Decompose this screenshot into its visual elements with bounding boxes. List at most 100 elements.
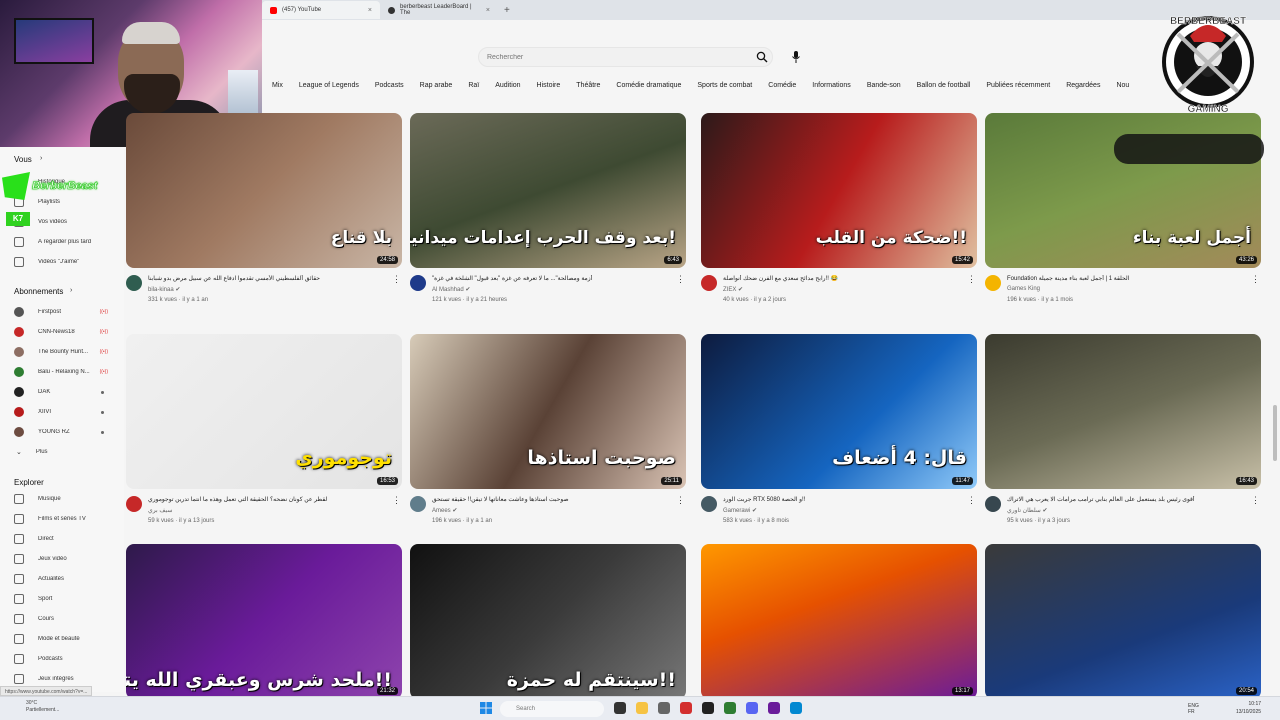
sidebar-subscription[interactable]: CNN-News18 ((•)) xyxy=(0,323,124,341)
video-thumbnail[interactable]: ضحكة من القلب!! 15:42 xyxy=(701,113,977,268)
channel-avatar[interactable] xyxy=(410,275,426,291)
more-options-icon[interactable]: ⋮ xyxy=(676,496,685,505)
video-title[interactable]: لقطر عن كونان نضحه؟ الحقيقة التي تعمل وه… xyxy=(148,496,388,503)
channel-avatar[interactable] xyxy=(701,275,717,291)
page-scrollbar[interactable] xyxy=(1273,405,1277,461)
video-title[interactable]: Foundation الحلقة 1 | أجمل لعبة بناء مدي… xyxy=(1007,275,1247,282)
channel-avatar[interactable] xyxy=(985,496,1001,512)
video-thumbnail[interactable]: سينتقم له حمزة!! xyxy=(410,544,686,699)
sidebar-subscription[interactable]: YOUNG RZ xyxy=(0,423,124,441)
channel-avatar[interactable] xyxy=(410,496,426,512)
video-thumbnail[interactable]: 20:54 xyxy=(985,544,1261,699)
video-title[interactable]: جربت الورد RTX 5080 و الحصة!! xyxy=(723,496,963,503)
task-view-icon[interactable] xyxy=(614,702,626,714)
chip-item[interactable]: Comédie dramatique xyxy=(608,79,689,92)
video-title[interactable]: رابح مدائح سعدي مع الفرن ضحك أنواصلة!! 😂 xyxy=(723,275,963,282)
search-icon[interactable] xyxy=(756,51,768,63)
channel-avatar[interactable] xyxy=(126,496,142,512)
chip-item[interactable]: Histoire xyxy=(529,79,569,92)
more-options-icon[interactable]: ⋮ xyxy=(392,496,401,505)
channel-avatar[interactable] xyxy=(985,275,1001,291)
sidebar-item-explore[interactable]: Direct xyxy=(0,530,124,548)
file-explorer-icon[interactable] xyxy=(636,702,648,714)
chip-item[interactable]: Audition xyxy=(487,79,528,92)
chip-item[interactable]: Bande-son xyxy=(859,79,909,92)
channel-name[interactable]: سيف بري xyxy=(148,507,172,514)
sidebar-item-explore[interactable]: Jeux vidéo xyxy=(0,550,124,568)
more-options-icon[interactable]: ⋮ xyxy=(967,496,976,505)
browser-tab-leaderboard[interactable]: berberbeast LeaderBoard | The × xyxy=(380,1,498,19)
sidebar-item-explore[interactable]: Podcasts xyxy=(0,650,124,668)
video-thumbnail[interactable]: بلا قناع 24:58 xyxy=(126,113,402,268)
new-tab-button[interactable]: + xyxy=(504,5,510,16)
video-thumbnail[interactable]: ملحد شرس وعبقري الله يتمتع بتعذيبنا؟! طا… xyxy=(126,544,402,699)
terminal-icon[interactable] xyxy=(724,702,736,714)
sidebar-section-subscriptions[interactable]: Abonnements xyxy=(14,287,63,296)
sidebar-subscription[interactable]: XIIVI xyxy=(0,403,124,421)
more-options-icon[interactable]: ⋮ xyxy=(967,275,976,284)
search-input[interactable] xyxy=(487,53,764,61)
chip-item[interactable]: Podcasts xyxy=(367,79,412,92)
microphone-icon[interactable] xyxy=(791,50,801,64)
sidebar-item-explore[interactable]: Cours xyxy=(0,610,124,628)
more-options-icon[interactable]: ⋮ xyxy=(676,275,685,284)
chip-item[interactable]: Nou xyxy=(1108,79,1137,92)
taskbar-search-box[interactable]: Search xyxy=(500,701,604,717)
search-box[interactable] xyxy=(478,47,773,67)
browser-tab-youtube[interactable]: (457) YouTube × xyxy=(262,1,380,19)
chip-item[interactable]: Théâtre xyxy=(568,79,608,92)
chip-item[interactable]: Publiées récemment xyxy=(978,79,1058,92)
channel-name[interactable]: Gamerawi ✔ xyxy=(723,507,757,514)
channel-name[interactable]: سلطان تاوري ✔ xyxy=(1007,507,1048,514)
chip-item[interactable]: Informations xyxy=(804,79,859,92)
sidebar-subscription[interactable]: The Bounty Hunt... ((•)) xyxy=(0,343,124,361)
chip-item[interactable]: Sports de combat xyxy=(689,79,760,92)
video-title[interactable]: حقائق ألفلسطيني الأمسي تقدموا ادفاع الله… xyxy=(148,275,388,282)
channel-avatar[interactable] xyxy=(126,275,142,291)
sidebar-subscription[interactable]: Firstpost ((•)) xyxy=(0,303,124,321)
sidebar-item-you[interactable]: Vidéos "J'aime" xyxy=(0,253,124,271)
channel-name[interactable]: ZIEX ✔ xyxy=(723,286,743,293)
video-thumbnail[interactable]: 13:17 xyxy=(701,544,977,699)
video-title[interactable]: صوحبت استاذها وعاشت معاناتها لا تيقن!! ح… xyxy=(432,496,672,503)
sidebar-item-explore[interactable]: Films et séries TV xyxy=(0,510,124,528)
chip-item[interactable]: Rap arabe xyxy=(412,79,461,92)
channel-name[interactable]: Al Mashhad ✔ xyxy=(432,286,470,293)
discord-icon[interactable] xyxy=(746,702,758,714)
more-options-icon[interactable]: ⋮ xyxy=(1251,496,1260,505)
sidebar-item-explore[interactable]: Actualités xyxy=(0,570,124,588)
sidebar-item-explore[interactable]: Musique xyxy=(0,490,124,508)
chip-item[interactable]: Mix xyxy=(264,79,291,92)
obs-icon[interactable] xyxy=(768,702,780,714)
taskbar-clock[interactable]: 10:17 13/10/2025 xyxy=(1236,700,1261,716)
video-thumbnail[interactable]: قال: 4 أضعاف 11:47 xyxy=(701,334,977,489)
weather-widget[interactable]: 30°C Partiellement... xyxy=(26,700,59,714)
video-thumbnail[interactable]: 16:43 xyxy=(985,334,1261,489)
more-options-icon[interactable]: ⋮ xyxy=(1251,275,1260,284)
close-tab-icon[interactable]: × xyxy=(486,7,490,14)
video-thumbnail[interactable]: بعد وقف الحرب إعدامات ميدانية بغزة! 6:43 xyxy=(410,113,686,268)
video-thumbnail[interactable]: صوحبت استاذها 25:11 xyxy=(410,334,686,489)
settings-icon[interactable] xyxy=(658,702,670,714)
video-thumbnail[interactable]: توجوموري 16:53 xyxy=(126,334,402,489)
channel-name[interactable]: Games King xyxy=(1007,286,1040,292)
chip-item[interactable]: League of Legends xyxy=(291,79,367,92)
channel-avatar[interactable] xyxy=(701,496,717,512)
game-app-icon[interactable] xyxy=(702,702,714,714)
sidebar-section-you[interactable]: Vous xyxy=(14,155,32,164)
sidebar-item-explore[interactable]: Mode et beauté xyxy=(0,630,124,648)
music-app-icon[interactable] xyxy=(680,702,692,714)
more-options-icon[interactable]: ⋮ xyxy=(392,275,401,284)
chip-item[interactable]: Ballon de football xyxy=(909,79,979,92)
chip-item[interactable]: Raï xyxy=(460,79,487,92)
edge-browser-icon[interactable] xyxy=(790,702,802,714)
video-title[interactable]: "أزمة ومصالحة"... ما لا تعرفه عن غزة "بع… xyxy=(432,275,672,282)
video-title[interactable]: أقوى رئيس بلد يستعمل على العالم بنابي تر… xyxy=(1007,496,1247,503)
sidebar-subscription[interactable]: DAK xyxy=(0,383,124,401)
sidebar-item-explore[interactable]: Sport xyxy=(0,590,124,608)
windows-start-icon[interactable] xyxy=(480,702,492,714)
channel-name[interactable]: bila-kinaa ✔ xyxy=(148,286,180,293)
sidebar-item-you[interactable]: À regarder plus tard xyxy=(0,233,124,251)
language-indicator[interactable]: ENG FR xyxy=(1188,703,1199,715)
close-tab-icon[interactable]: × xyxy=(368,7,372,14)
